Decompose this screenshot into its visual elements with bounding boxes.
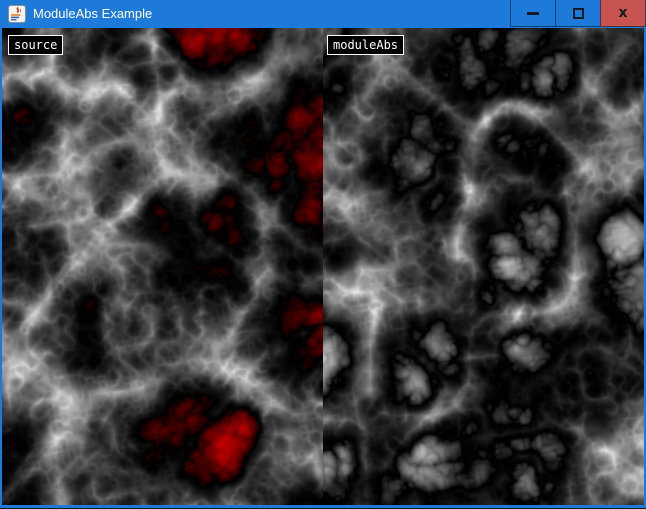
window-controls: x [511,0,646,28]
moduleabs-image [323,28,644,505]
maximize-button[interactable] [555,0,601,27]
moduleabs-label: moduleAbs [327,35,404,55]
maximize-square-icon [573,8,584,19]
java-coffee-cup-icon [8,5,26,23]
title-bar[interactable]: ModuleAbs Example x [0,0,646,28]
minimize-dash-icon [527,12,539,15]
source-label: source [8,35,63,55]
render-area: source moduleAbs [2,28,644,505]
window-title: ModuleAbs Example [33,0,152,28]
app-window: ModuleAbs Example x source moduleAbs [0,0,646,509]
minimize-button[interactable] [510,0,556,27]
java-app-icon[interactable] [8,5,26,23]
close-x-icon: x [618,6,627,20]
source-image [2,28,323,505]
close-button[interactable]: x [600,0,646,27]
